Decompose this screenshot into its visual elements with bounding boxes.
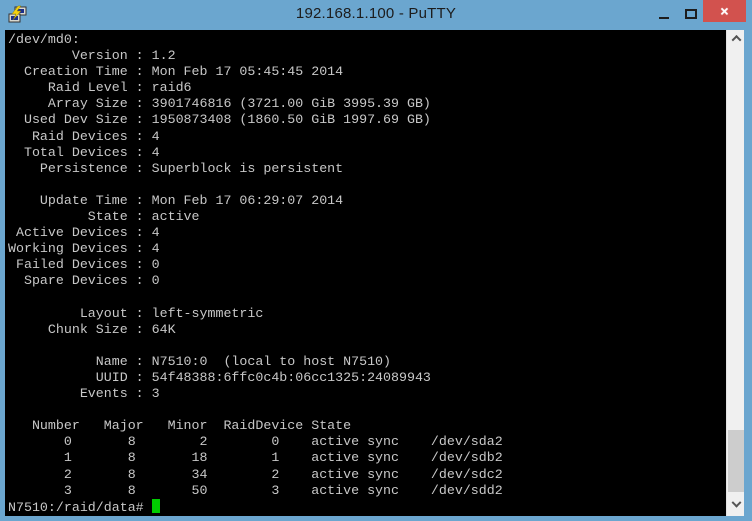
close-icon: ×	[720, 3, 729, 19]
maximize-icon	[685, 9, 697, 19]
titlebar[interactable]: 192.168.1.100 - PuTTY ×	[0, 0, 752, 30]
minimize-icon	[659, 17, 669, 19]
window-title: 192.168.1.100 - PuTTY	[295, 5, 457, 22]
maximize-button[interactable]	[682, 6, 700, 22]
shell-prompt-line: N7510:/raid/data#	[8, 498, 726, 516]
terminal-screen[interactable]: /dev/md0: Version : 1.2 Creation Time : …	[5, 30, 726, 516]
scroll-down-button[interactable]	[727, 497, 745, 514]
terminal-cursor	[151, 498, 160, 513]
close-button[interactable]: ×	[703, 0, 746, 22]
scrollbar-thumb[interactable]	[728, 430, 744, 492]
scroll-up-button[interactable]	[727, 30, 745, 47]
chevron-up-icon	[731, 34, 741, 45]
putty-window: 192.168.1.100 - PuTTY × /dev/md0: Versio…	[0, 0, 752, 521]
chevron-down-icon	[731, 497, 741, 508]
shell-prompt: N7510:/raid/data#	[8, 499, 152, 515]
minimize-button[interactable]	[655, 6, 673, 22]
terminal-output: /dev/md0: Version : 1.2 Creation Time : …	[8, 32, 503, 498]
terminal-scrollbar[interactable]	[726, 30, 744, 516]
